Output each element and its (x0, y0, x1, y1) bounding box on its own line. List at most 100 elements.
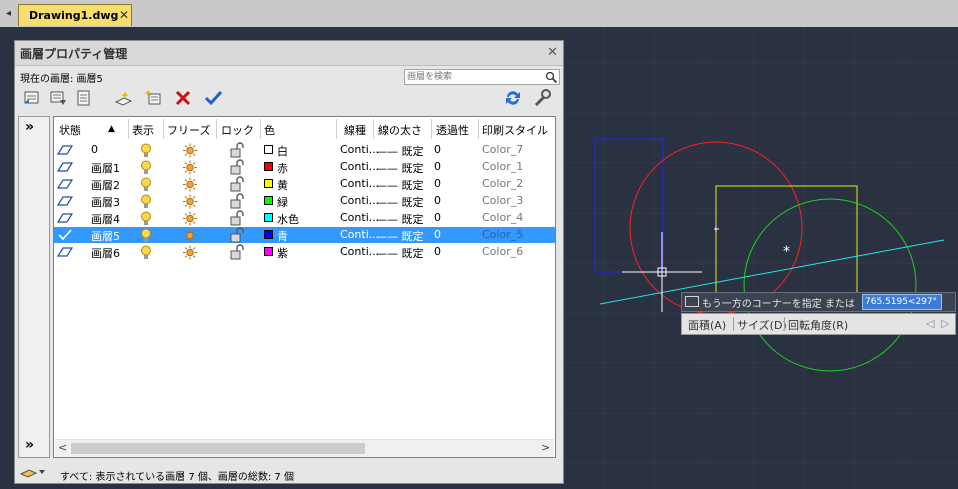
expand-filter-tree-bottom-icon[interactable]: » (25, 437, 34, 453)
refresh-icon[interactable] (503, 88, 523, 108)
linetype[interactable]: Conti... (340, 194, 379, 207)
layer-name[interactable]: 画層5 (91, 228, 120, 244)
lineweight[interactable]: —— 既定 (376, 228, 424, 244)
col-header-on[interactable]: 表示 (132, 122, 154, 138)
color-swatch[interactable] (264, 213, 273, 222)
col-header-transparency[interactable]: 透過性 (436, 122, 469, 138)
sun-thaw-icon[interactable] (182, 245, 198, 260)
unlocked-icon[interactable] (230, 159, 246, 175)
layer-row[interactable]: 画層2 黄 Conti... —— 既定 0 Color_2 (54, 176, 555, 192)
lightbulb-on-icon[interactable] (140, 143, 152, 158)
transparency[interactable]: 0 (434, 143, 441, 156)
layer-states-manager-icon[interactable] (74, 88, 94, 108)
set-current-icon[interactable] (203, 88, 223, 108)
document-tab[interactable]: Drawing1.dwg ✕ (18, 4, 132, 26)
color-swatch[interactable] (264, 230, 273, 239)
sun-thaw-icon[interactable] (182, 177, 198, 192)
layer-row[interactable]: 画層1 赤 Conti... —— 既定 0 Color_1 (54, 159, 555, 175)
scroll-left-arrow-icon[interactable]: < (58, 441, 67, 454)
col-header-status[interactable]: 状態 (59, 122, 81, 138)
col-header-lineweight[interactable]: 線の太さ (378, 122, 422, 138)
layer-status-icon[interactable] (57, 145, 73, 155)
color-name[interactable]: 青 (277, 228, 288, 244)
layer-row[interactable]: 画層5 青 Conti... —— 既定 0 Color_5 (54, 227, 555, 243)
delete-layer-icon[interactable] (173, 88, 193, 108)
lightbulb-on-icon[interactable] (140, 228, 152, 243)
color-name[interactable]: 白 (277, 143, 288, 159)
layer-name[interactable]: 画層2 (91, 177, 120, 193)
tab-scroll-left-icon[interactable]: ◂ (6, 8, 11, 19)
layer-status-icon[interactable] (57, 162, 73, 172)
lineweight[interactable]: —— 既定 (376, 194, 424, 210)
option-area[interactable]: 面積(A) (688, 317, 726, 333)
lineweight[interactable]: —— 既定 (376, 143, 424, 159)
scroll-right-arrow-icon[interactable]: > (541, 441, 550, 454)
layer-settings-dropdown-icon[interactable] (20, 465, 46, 479)
new-property-filter-icon[interactable] (22, 88, 42, 108)
layer-status-icon[interactable] (57, 196, 73, 206)
layer-name[interactable]: 0 (91, 143, 98, 156)
linetype[interactable]: Conti... (340, 177, 379, 190)
transparency[interactable]: 0 (434, 228, 441, 241)
sun-thaw-icon[interactable] (182, 194, 198, 209)
sun-thaw-icon[interactable] (182, 143, 198, 158)
current-layer-check-icon[interactable] (58, 229, 72, 241)
sun-thaw-icon[interactable] (182, 228, 198, 243)
sort-ascending-icon[interactable]: ▲ (108, 124, 115, 134)
linetype[interactable]: Conti... (340, 143, 379, 156)
new-layer-vp-frozen-icon[interactable] (143, 88, 163, 108)
transparency[interactable]: 0 (434, 160, 441, 173)
layer-name[interactable]: 画層1 (91, 160, 120, 176)
color-swatch[interactable] (264, 145, 273, 154)
lightbulb-on-icon[interactable] (140, 194, 152, 209)
col-header-lock[interactable]: ロック (221, 122, 254, 138)
unlocked-icon[interactable] (230, 193, 246, 209)
col-header-plotstyle[interactable]: 印刷スタイル (482, 122, 548, 138)
linetype[interactable]: Conti... (340, 228, 379, 241)
sun-thaw-icon[interactable] (182, 160, 198, 175)
scrollbar-thumb[interactable] (71, 443, 365, 454)
color-name[interactable]: 黄 (277, 177, 288, 193)
transparency[interactable]: 0 (434, 177, 441, 190)
lightbulb-on-icon[interactable] (140, 245, 152, 260)
option-size[interactable]: サイズ(D) (737, 317, 787, 333)
layer-search-input[interactable] (407, 70, 541, 84)
layer-status-icon[interactable] (57, 213, 73, 223)
coordinate-input[interactable]: 765.5195<297° (862, 294, 942, 310)
unlocked-icon[interactable] (230, 142, 246, 158)
expand-filter-tree-icon[interactable]: » (25, 119, 34, 135)
lightbulb-on-icon[interactable] (140, 211, 152, 226)
color-swatch[interactable] (264, 179, 273, 188)
palette-title-bar[interactable]: 画層プロパティ管理 ✕ (15, 41, 563, 66)
layer-search-box[interactable] (404, 69, 560, 85)
unlocked-icon[interactable] (230, 244, 246, 260)
option-next-icon[interactable]: ▷ (941, 317, 949, 330)
layer-status-icon[interactable] (57, 179, 73, 189)
color-swatch[interactable] (264, 247, 273, 256)
new-layer-icon[interactable] (113, 88, 133, 108)
lightbulb-on-icon[interactable] (140, 160, 152, 175)
lineweight[interactable]: —— 既定 (376, 177, 424, 193)
col-header-linetype[interactable]: 線種 (344, 122, 366, 138)
linetype[interactable]: Conti... (340, 211, 379, 224)
search-icon[interactable] (545, 71, 558, 84)
col-header-freeze[interactable]: フリーズ (167, 122, 210, 138)
unlocked-icon[interactable] (230, 176, 246, 192)
lineweight[interactable]: —— 既定 (376, 211, 424, 227)
unlocked-icon[interactable] (230, 210, 246, 226)
new-group-filter-icon[interactable] (48, 88, 68, 108)
layer-row[interactable]: 画層3 緑 Conti... —— 既定 0 Color_3 (54, 193, 555, 209)
layer-name[interactable]: 画層6 (91, 245, 120, 261)
layer-row[interactable]: 画層4 水色 Conti... —— 既定 0 Color_4 (54, 210, 555, 226)
lineweight[interactable]: —— 既定 (376, 245, 424, 261)
color-name[interactable]: 水色 (277, 211, 299, 227)
layer-name[interactable]: 画層3 (91, 194, 120, 210)
linetype[interactable]: Conti... (340, 245, 379, 258)
settings-icon[interactable] (532, 88, 552, 108)
horizontal-scrollbar[interactable]: < > (55, 439, 554, 457)
transparency[interactable]: 0 (434, 194, 441, 207)
color-swatch[interactable] (264, 196, 273, 205)
close-tab-icon[interactable]: ✕ (119, 8, 129, 22)
layer-status-icon[interactable] (57, 247, 73, 257)
sun-thaw-icon[interactable] (182, 211, 198, 226)
